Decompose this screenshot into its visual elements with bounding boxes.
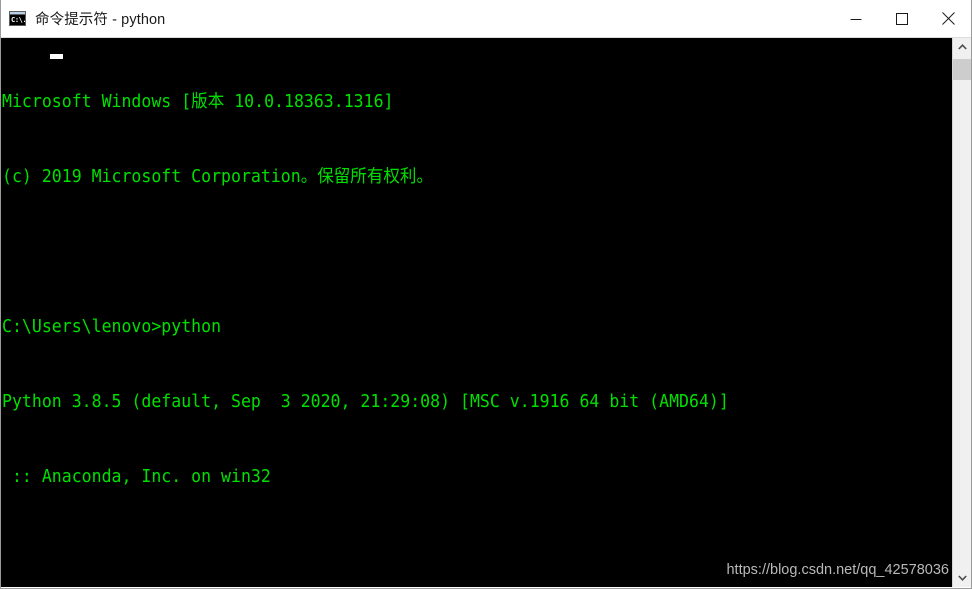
scroll-up-button[interactable]	[953, 38, 971, 56]
scrollbar-thumb[interactable]	[953, 59, 971, 80]
console-line: Python 3.8.5 (default, Sep 3 2020, 21:29…	[2, 392, 729, 412]
console-text-buffer: Microsoft Windows [版本 10.0.18363.1316] (…	[2, 40, 900, 587]
minimize-button[interactable]	[833, 0, 879, 38]
maximize-button[interactable]	[879, 0, 925, 38]
console-line: Microsoft Windows [版本 10.0.18363.1316]	[2, 92, 394, 112]
console-line: (c) 2019 Microsoft Corporation。保留所有权利。	[2, 167, 433, 187]
console-area: Microsoft Windows [版本 10.0.18363.1316] (…	[1, 38, 971, 587]
text-cursor	[50, 54, 63, 59]
console-line: C:\Users\lenovo>python	[2, 317, 222, 337]
window-controls	[833, 0, 971, 38]
console-line: :: Anaconda, Inc. on win32	[2, 467, 271, 487]
scroll-down-button[interactable]	[953, 569, 971, 587]
minimize-icon	[850, 18, 862, 20]
window-title: 命令提示符 - python	[35, 12, 166, 28]
command-prompt-window: C:\. 命令提示符 - python Microsoft Windows [版…	[0, 0, 972, 589]
close-icon	[941, 12, 955, 25]
vertical-scrollbar[interactable]	[952, 38, 971, 587]
close-button[interactable]	[925, 0, 971, 38]
cmd-icon: C:\.	[9, 11, 26, 26]
cmd-icon-label: C:\.	[11, 16, 26, 24]
chevron-down-icon	[957, 575, 967, 581]
maximize-icon	[896, 12, 908, 25]
cmd-icon-titlebar-strip	[10, 12, 25, 15]
chevron-up-icon	[957, 44, 967, 50]
title-bar-left: C:\. 命令提示符 - python	[1, 8, 833, 29]
title-bar[interactable]: C:\. 命令提示符 - python	[1, 0, 971, 38]
console-output[interactable]: Microsoft Windows [版本 10.0.18363.1316] (…	[1, 38, 952, 587]
